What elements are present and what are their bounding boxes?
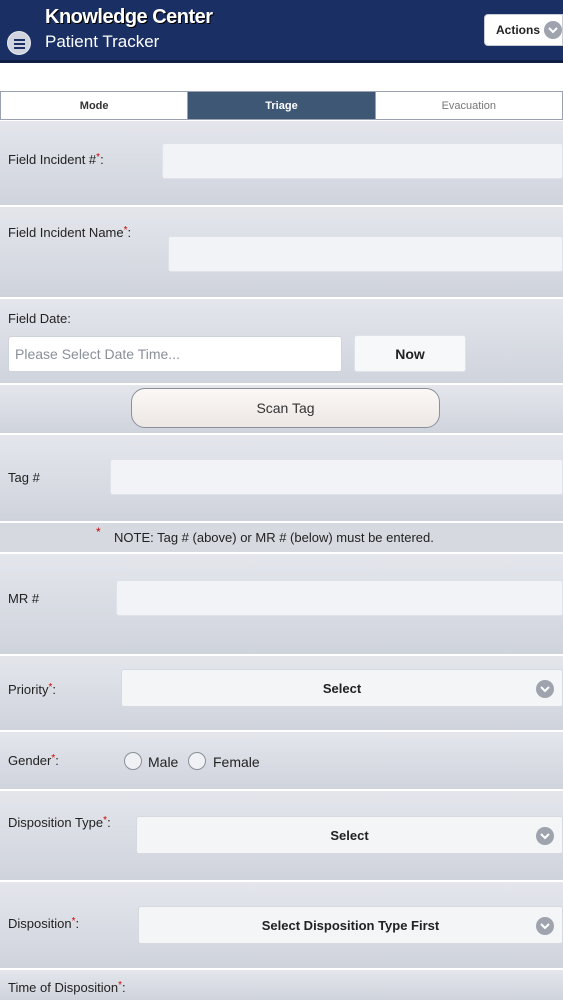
- field-incident-name-input[interactable]: [168, 236, 563, 272]
- priority-select[interactable]: Select: [121, 669, 563, 707]
- row-field-date: Field Date: Please Select Date Time... N…: [0, 299, 563, 383]
- app-subtitle: Patient Tracker: [45, 32, 160, 51]
- chevron-down-icon: [536, 917, 554, 935]
- field-incident-number-input[interactable]: [162, 143, 563, 179]
- row-mr-number: MR #: [0, 554, 563, 654]
- tab-evacuation[interactable]: Evacuation: [375, 92, 562, 119]
- field-date-label: Field Date:: [8, 311, 71, 326]
- row-gender: Gender*: Male Female: [0, 732, 563, 789]
- disposition-type-value: Select: [330, 827, 369, 843]
- actions-label: Actions: [496, 23, 541, 37]
- mr-number-label: MR #: [8, 591, 40, 606]
- chevron-down-icon: [536, 827, 554, 845]
- row-note: * NOTE: Tag # (above) or MR # (below) mu…: [0, 523, 563, 552]
- priority-value: Select: [322, 680, 362, 696]
- tag-number-input[interactable]: [110, 459, 563, 495]
- now-button[interactable]: Now: [354, 335, 466, 372]
- priority-label: Priority*:: [8, 682, 56, 697]
- row-field-incident-number: Field Incident #*:: [0, 121, 563, 205]
- tag-number-label: Tag #: [8, 470, 40, 485]
- tab-mode[interactable]: Mode: [1, 92, 189, 119]
- row-time-of-disposition: Time of Disposition*:: [0, 970, 563, 1000]
- tab-bar: Mode Triage Evacuation: [0, 91, 563, 120]
- row-tag-number: Tag #: [0, 435, 563, 521]
- mr-number-input[interactable]: [116, 580, 563, 616]
- row-field-incident-name: Field Incident Name*:: [0, 207, 563, 297]
- app-header: Knowledge Center Patient Tracker Actions: [0, 0, 563, 63]
- row-priority: Priority*: Select: [0, 656, 563, 730]
- disposition-select[interactable]: Select Disposition Type First: [138, 906, 563, 944]
- gender-male-label: Male: [148, 754, 179, 770]
- menu-icon[interactable]: [7, 31, 31, 55]
- gender-female-label: Female: [213, 754, 260, 770]
- actions-button[interactable]: Actions: [484, 14, 563, 46]
- chevron-down-icon: [536, 680, 554, 698]
- field-incident-name-label: Field Incident Name*:: [8, 225, 132, 240]
- chevron-down-icon: [544, 21, 562, 39]
- gender-label: Gender*:: [8, 753, 59, 768]
- app-title: Knowledge Center: [45, 6, 213, 28]
- note-text: NOTE: Tag # (above) or MR # (below) must…: [114, 530, 434, 545]
- disposition-label: Disposition*:: [8, 916, 80, 931]
- time-of-disposition-label: Time of Disposition*:: [8, 980, 126, 995]
- row-scan-tag: Scan Tag: [0, 385, 563, 433]
- gender-male-radio[interactable]: [124, 752, 142, 770]
- row-disposition-type: Disposition Type*: Select: [0, 791, 563, 880]
- disposition-type-select[interactable]: Select: [136, 816, 563, 854]
- tab-triage[interactable]: Triage: [188, 92, 376, 119]
- field-date-input[interactable]: Please Select Date Time...: [8, 336, 342, 372]
- disposition-type-label: Disposition Type*:: [8, 815, 111, 830]
- row-disposition: Disposition*: Select Disposition Type Fi…: [0, 882, 563, 968]
- disposition-value: Select Disposition Type First: [261, 917, 440, 933]
- field-incident-number-label: Field Incident #*:: [8, 152, 104, 167]
- gender-female-radio[interactable]: [188, 752, 206, 770]
- scan-tag-button[interactable]: Scan Tag: [131, 388, 440, 428]
- note-required-mark: *: [96, 525, 101, 539]
- field-date-placeholder: Please Select Date Time...: [15, 346, 180, 362]
